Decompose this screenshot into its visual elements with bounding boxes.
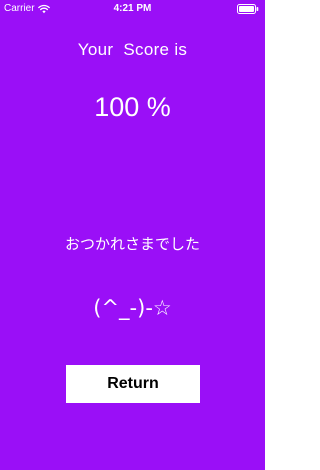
score-value: 100 %	[94, 92, 171, 122]
completion-message: おつかれさまでした	[64, 235, 200, 253]
return-button[interactable]: Return	[66, 365, 200, 403]
status-bar: Carrier 4:21 PM	[0, 0, 265, 18]
emoticon: (^_-)-☆	[93, 296, 172, 320]
score-title: Your Score is	[77, 40, 188, 59]
battery-icon	[237, 4, 259, 14]
result-screen: Carrier 4:21 PM Your Score is 100 % おつかれ…	[0, 0, 265, 470]
status-time: 4:21 PM	[113, 3, 152, 14]
